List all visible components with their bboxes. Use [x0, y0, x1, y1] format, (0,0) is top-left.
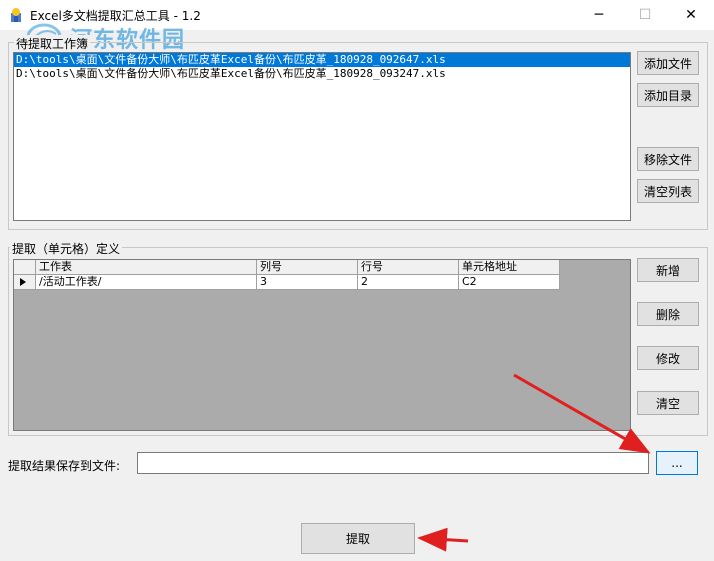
window-title: Excel多文档提取汇总工具 - 1.2 — [30, 9, 201, 23]
cell-col[interactable]: 3 — [257, 275, 358, 290]
title-bar: Excel多文档提取汇总工具 - 1.2 ─ ☐ ✕ — [0, 0, 714, 30]
column-header-sheet[interactable]: 工作表 — [36, 260, 257, 275]
column-header-address[interactable]: 单元格地址 — [459, 260, 560, 275]
grid-header-row: 工作表 列号 行号 单元格地址 — [14, 260, 562, 275]
edit-definition-button[interactable]: 修改 — [637, 346, 699, 370]
cell-row[interactable]: 2 — [358, 275, 459, 290]
list-item[interactable]: D:\tools\桌面\文件备份大师\布匹皮革Excel备份\布匹皮革_1809… — [14, 67, 630, 81]
maximize-button[interactable]: ☐ — [622, 0, 668, 30]
current-row-arrow-icon — [20, 278, 26, 286]
app-icon — [11, 8, 21, 22]
add-file-button[interactable]: 添加文件 — [637, 51, 699, 75]
row-header-corner — [14, 260, 36, 275]
browse-button[interactable]: ... — [656, 451, 698, 475]
workbook-list[interactable]: D:\tools\桌面\文件备份大师\布匹皮革Excel备份\布匹皮革_1809… — [13, 52, 631, 221]
cell-sheet[interactable]: /活动工作表/ — [36, 275, 257, 290]
definition-grid[interactable]: 工作表 列号 行号 单元格地址 /活动工作表/ 3 2 C2 — [13, 259, 631, 431]
extract-button[interactable]: 提取 — [301, 523, 415, 554]
close-button[interactable]: ✕ — [668, 0, 714, 30]
table-row[interactable]: /活动工作表/ 3 2 C2 — [14, 275, 562, 290]
row-indicator — [14, 275, 36, 290]
remove-file-button[interactable]: 移除文件 — [637, 147, 699, 171]
save-to-file-label: 提取结果保存到文件: — [8, 459, 121, 473]
clear-list-button[interactable]: 清空列表 — [637, 179, 699, 203]
add-directory-button[interactable]: 添加目录 — [637, 83, 699, 107]
list-item[interactable]: D:\tools\桌面\文件备份大师\布匹皮革Excel备份\布匹皮革_1809… — [14, 53, 630, 67]
cell-address[interactable]: C2 — [459, 275, 560, 290]
delete-definition-button[interactable]: 删除 — [637, 302, 699, 326]
clear-definition-button[interactable]: 清空 — [637, 391, 699, 415]
define-group-title: 提取（单元格）定义 — [10, 240, 123, 257]
minimize-button[interactable]: ─ — [576, 0, 622, 30]
column-header-col[interactable]: 列号 — [257, 260, 358, 275]
arrow-to-extract-icon — [417, 527, 469, 552]
add-definition-button[interactable]: 新增 — [637, 258, 699, 282]
column-header-row[interactable]: 行号 — [358, 260, 459, 275]
workbooks-group-title: 待提取工作簿 — [14, 35, 91, 52]
save-path-input[interactable] — [137, 452, 649, 474]
